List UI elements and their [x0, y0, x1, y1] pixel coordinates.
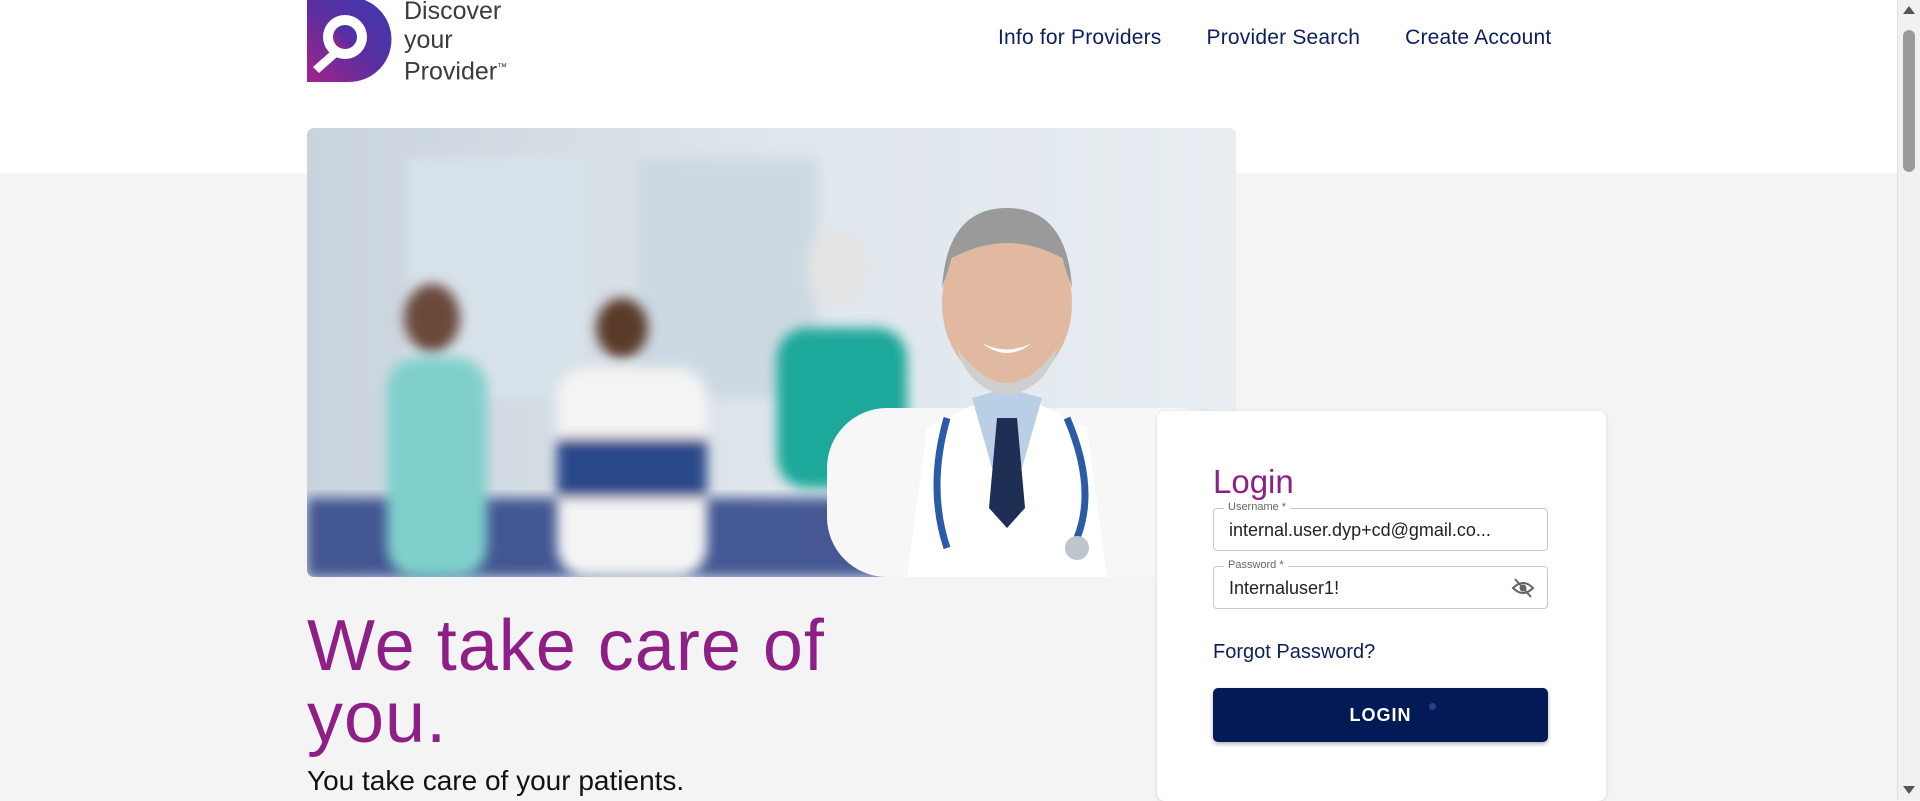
toggle-password-visibility-icon[interactable] [1511, 577, 1535, 599]
hero-subheadline: You take care of your patients. [307, 765, 685, 796]
nav-info-for-providers[interactable]: Info for Providers [998, 26, 1162, 50]
password-label: Password * [1224, 559, 1288, 571]
username-field[interactable]: Username * internal.user.dyp+cd@gmail.co… [1213, 501, 1548, 551]
username-input[interactable]: internal.user.dyp+cd@gmail.co... [1229, 520, 1529, 541]
logo-mark-icon [307, 0, 392, 82]
password-input[interactable]: Internaluser1! [1229, 578, 1529, 599]
main-nav: Info for Providers Provider Search Creat… [998, 26, 1551, 50]
brand-name: Discover your Provider™ [404, 0, 507, 86]
nav-create-account[interactable]: Create Account [1405, 26, 1551, 50]
hero-headline: We take care of you. [307, 606, 825, 758]
username-label: Username * [1224, 501, 1291, 513]
brand-line-3: Provider [404, 57, 498, 86]
scroll-up-arrow-icon[interactable] [1903, 6, 1915, 14]
brand-logo[interactable]: Discover your Provider™ [307, 0, 507, 86]
login-button-label: LOGIN [1349, 704, 1412, 725]
loading-dot-icon [1429, 703, 1436, 710]
trademark: ™ [497, 62, 508, 73]
scroll-down-arrow-icon[interactable] [1903, 786, 1915, 794]
doctor-photo [307, 128, 1236, 577]
hero-image [307, 128, 1236, 577]
login-card: Login Username * internal.user.dyp+cd@gm… [1157, 411, 1606, 801]
brand-line-1: Discover [404, 0, 502, 25]
login-button[interactable]: LOGIN [1213, 688, 1548, 742]
login-title: Login [1213, 463, 1294, 500]
forgot-password-link[interactable]: Forgot Password? [1213, 641, 1375, 664]
password-field[interactable]: Password * Internaluser1! [1213, 559, 1548, 609]
page-scrollbar[interactable] [1897, 0, 1920, 800]
nav-provider-search[interactable]: Provider Search [1207, 26, 1361, 50]
brand-line-2: your [404, 25, 453, 54]
scroll-thumb[interactable] [1903, 30, 1915, 172]
